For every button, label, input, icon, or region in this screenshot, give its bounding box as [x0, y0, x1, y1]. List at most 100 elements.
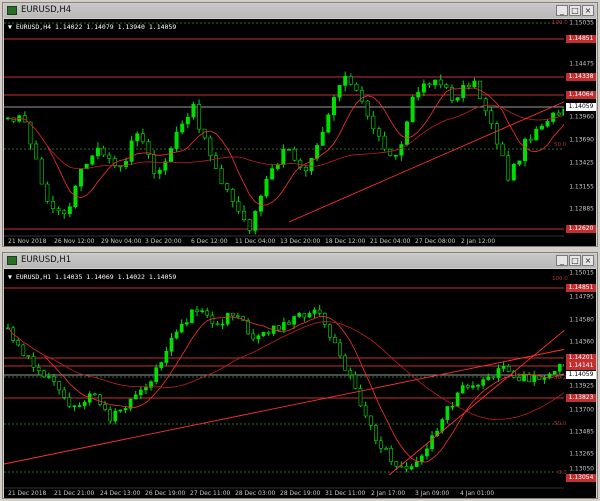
candle-body [144, 387, 148, 391]
window-title: EURUSD,H1 [21, 255, 72, 265]
price-axis[interactable]: 1.15015 1.14851 1.14795 1.14580 1.14360 … [564, 269, 596, 498]
candle-body [374, 425, 378, 442]
moving-average-line [7, 87, 565, 206]
candle-body [140, 133, 145, 143]
candle-body [56, 208, 61, 212]
candle-body [108, 409, 113, 422]
candle-body [292, 316, 296, 325]
level-tag: 1.13054 [566, 474, 596, 482]
candle-body [67, 397, 72, 407]
candle-body [393, 154, 398, 157]
candle-body [481, 379, 485, 386]
candle-body [164, 351, 169, 363]
price-tick: 1.13690 [569, 136, 594, 144]
candle-body [264, 178, 269, 197]
candle-body [133, 394, 138, 400]
candle-body [45, 183, 50, 202]
window-titlebar[interactable]: EURUSD,H1 _ □ × [4, 254, 596, 268]
candle-body [379, 440, 383, 449]
price-plot-h1[interactable] [4, 269, 596, 498]
candle-body [39, 158, 44, 185]
chart-window-h4[interactable]: EURUSD,H4 _ □ × ▼ EURUSD,H4 1.14022 1.14… [2, 2, 598, 247]
time-label: 21 Dec 04:00 [370, 238, 411, 245]
candle-body [338, 342, 342, 357]
candle-body [258, 195, 263, 212]
maximize-button[interactable]: □ [569, 5, 581, 16]
candle-body [302, 313, 307, 318]
candle-body [388, 148, 393, 156]
price-plot-h4[interactable] [4, 19, 596, 246]
candle-body [62, 210, 67, 214]
moving-average-line [7, 321, 566, 420]
candle-body [472, 80, 477, 88]
candle-body [534, 128, 539, 141]
window-titlebar[interactable]: EURUSD,H4 _ □ × [4, 4, 596, 18]
candle-body [152, 154, 157, 174]
candle-body [292, 148, 297, 161]
candle-body [500, 143, 505, 157]
candle-body [476, 385, 480, 387]
price-tick: 1.13700 [569, 406, 594, 414]
candle-body [455, 97, 460, 101]
price-tick: 1.14360 [569, 338, 594, 346]
time-label: 3 Dec 20:00 [145, 238, 182, 245]
fibo-label: 50.0 [554, 142, 567, 148]
candle-body [430, 435, 434, 450]
price-axis[interactable]: 1.15035 1.14851 1.14475 1.14338 1.14064 … [564, 19, 596, 246]
minimize-button[interactable]: _ [556, 5, 568, 16]
candle-body [26, 355, 31, 357]
candle-body [191, 104, 196, 118]
candle-body [163, 161, 168, 171]
close-button[interactable]: × [582, 5, 594, 16]
price-tick: 1.14795 [569, 293, 594, 301]
minimize-button[interactable]: _ [556, 255, 568, 266]
candle-body [90, 155, 95, 165]
candle-body [62, 389, 67, 398]
candle-body [532, 374, 537, 383]
candle-body [527, 374, 531, 383]
time-label: 13 Dec 20:00 [280, 238, 321, 245]
candle-body [368, 415, 373, 426]
candle-body [157, 169, 162, 174]
candle-body [253, 211, 258, 231]
price-tick: 1.13425 [569, 159, 594, 167]
candle-body [139, 389, 143, 396]
candle-body [202, 128, 207, 139]
candle-body [382, 135, 387, 150]
candle-body [360, 90, 365, 102]
time-label: 18 Dec 12:00 [325, 238, 366, 245]
moving-average-line [7, 315, 565, 463]
candle-body [348, 75, 353, 85]
candle-body [539, 125, 544, 130]
candle-body [315, 145, 320, 159]
candle-body [365, 100, 370, 117]
candle-body [270, 168, 275, 180]
candle-body [36, 367, 41, 371]
window-title: EURUSD,H4 [21, 5, 72, 15]
candle-body [465, 385, 470, 388]
fibo-label: 38.2 [554, 375, 567, 381]
chart-pane-h4[interactable]: ▼ EURUSD,H4 1.14022 1.14079 1.13940 1.14… [4, 19, 596, 246]
fibo-label: 100.0 [552, 276, 568, 282]
fibo-label: 100.0 [552, 20, 568, 26]
candle-body [287, 322, 291, 325]
current-price-tag: 1.14059 [566, 103, 596, 111]
price-tick: 1.12885 [569, 205, 594, 213]
candle-body [98, 394, 102, 405]
price-tick: 1.13265 [569, 450, 594, 458]
chart-window-h1[interactable]: EURUSD,H1 _ □ × ▼ EURUSD,H1 1.14035 1.14… [2, 252, 598, 499]
chart-pane-h1[interactable]: ▼ EURUSD,H1 1.14035 1.14069 1.14022 1.14… [4, 269, 596, 498]
level-tag: 1.13823 [566, 394, 596, 402]
candle-body [50, 201, 55, 210]
candle-body [389, 448, 394, 462]
time-label: 27 Dec 11:00 [190, 490, 231, 497]
candle-body [107, 154, 112, 159]
candle-body [399, 465, 404, 468]
close-button[interactable]: × [582, 255, 594, 266]
candle-body [399, 144, 404, 156]
candle-body [528, 138, 533, 141]
candle-body [256, 335, 261, 340]
candle-body [409, 466, 414, 470]
candle-body [320, 131, 325, 146]
maximize-button[interactable]: □ [569, 255, 581, 266]
